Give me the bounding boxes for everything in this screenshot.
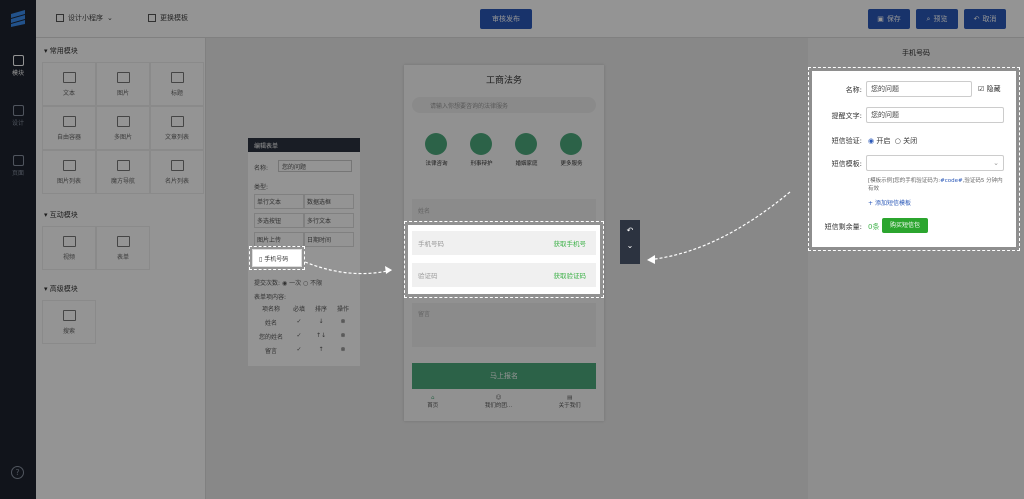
arrow-head-icon — [385, 266, 392, 274]
arrow-head-icon — [647, 255, 655, 264]
tutorial-arrows — [304, 191, 791, 275]
arrow-to-tools — [654, 191, 791, 260]
arrow-to-phone — [304, 261, 393, 275]
